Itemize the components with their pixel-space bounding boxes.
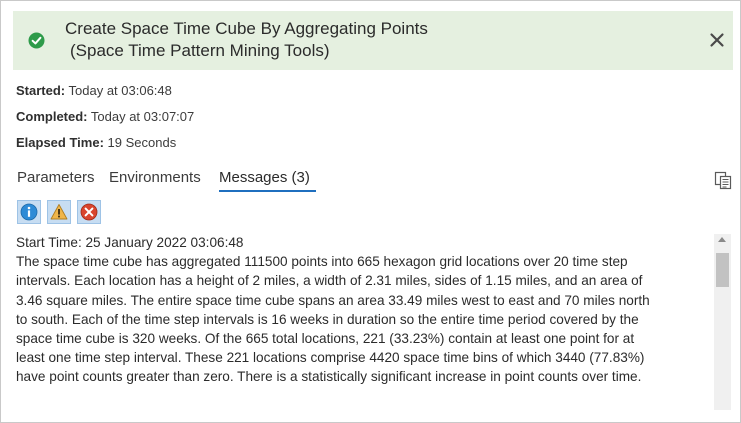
scroll-up-arrow-icon[interactable] xyxy=(718,237,726,242)
error-filter-button[interactable] xyxy=(77,200,101,224)
started-row: Started: Today at 03:06:48 xyxy=(16,83,172,98)
message-line: 3.46 square miles. The entire space time… xyxy=(16,292,650,308)
completed-label: Completed: xyxy=(16,109,88,124)
tab-environments[interactable]: Environments xyxy=(109,169,201,186)
message-summary: The space time cube has aggregated 11150… xyxy=(16,252,706,386)
scrollbar-thumb[interactable] xyxy=(716,253,729,287)
geoprocessing-result-panel: Create Space Time Cube By Aggregating Po… xyxy=(0,0,741,423)
message-line: intervals. Each location has a height of… xyxy=(16,273,643,289)
message-line: The space time cube has aggregated 11150… xyxy=(16,254,628,270)
active-tab-indicator xyxy=(219,190,316,192)
tool-title: Create Space Time Cube By Aggregating Po… xyxy=(65,18,428,62)
message-line: have point counts greater than zero. The… xyxy=(16,369,642,385)
elapsed-label: Elapsed Time: xyxy=(16,135,104,150)
warning-filter-button[interactable] xyxy=(47,200,71,224)
message-line: to south. Each of the time step interval… xyxy=(16,311,639,327)
elapsed-value: 19 Seconds xyxy=(107,135,177,150)
messages-scrollbar[interactable] xyxy=(714,234,731,410)
messages-pane: Start Time: 25 January 2022 03:06:48 The… xyxy=(16,233,706,409)
message-line: space time cube is 320 weeks. Of the 665… xyxy=(16,331,635,347)
tab-messages[interactable]: Messages (3) xyxy=(219,169,310,186)
info-filter-button[interactable] xyxy=(17,200,41,224)
result-header: Create Space Time Cube By Aggregating Po… xyxy=(13,11,733,70)
elapsed-row: Elapsed Time: 19 Seconds xyxy=(16,135,176,150)
tool-title-line2: (Space Time Pattern Mining Tools) xyxy=(70,41,330,60)
completed-value: Today at 03:07:07 xyxy=(90,109,195,124)
completed-row: Completed: Today at 03:07:07 xyxy=(16,109,194,124)
started-value: Today at 03:06:48 xyxy=(68,83,172,98)
message-start-time: Start Time: 25 January 2022 03:06:48 xyxy=(16,235,244,250)
close-icon[interactable] xyxy=(707,30,727,50)
warning-icon xyxy=(50,204,68,220)
message-line: least one time step interval. These 221 … xyxy=(16,350,645,366)
started-label: Started: xyxy=(16,83,66,98)
tab-parameters[interactable]: Parameters xyxy=(17,169,95,186)
error-icon xyxy=(80,203,98,221)
info-icon xyxy=(20,203,38,221)
check-circle-icon xyxy=(28,32,45,49)
copy-icon[interactable] xyxy=(713,170,733,190)
tool-title-line1: Create Space Time Cube By Aggregating Po… xyxy=(65,19,428,38)
